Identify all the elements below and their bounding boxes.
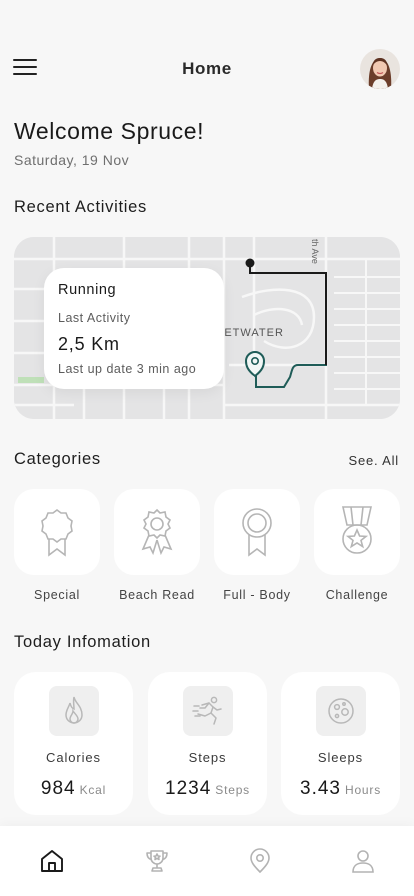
- running-person-icon: [183, 686, 233, 736]
- map-street-label: EETWATER: [216, 327, 284, 339]
- activity-subtitle: Last Activity: [58, 311, 131, 325]
- sleeps-number: 3.43: [300, 778, 341, 799]
- current-date: Saturday, 19 Nov: [14, 152, 130, 168]
- categories-title: Categories: [14, 450, 101, 468]
- category-special[interactable]: Special: [14, 489, 100, 602]
- sleeps-label: Sleeps: [317, 750, 364, 765]
- welcome-title: Welcome Spruce!: [14, 118, 205, 144]
- category-card: [214, 489, 300, 575]
- star-medal-icon: [342, 506, 372, 554]
- category-card: [314, 489, 400, 575]
- medal-ribbon-icon: [41, 509, 73, 557]
- badge-ribbon-icon: [141, 508, 173, 556]
- tab-trophy[interactable]: [142, 846, 172, 876]
- calories-unit: Kcal: [79, 783, 107, 797]
- tab-profile[interactable]: [348, 846, 378, 876]
- sleeps-card[interactable]: Sleeps 3.43 Hours: [281, 672, 400, 815]
- category-label: Beach Read: [119, 588, 195, 602]
- calories-label: Calories: [46, 750, 101, 765]
- recent-activity-card[interactable]: Running Last Activity 2,5 Km Last up dat…: [44, 268, 224, 389]
- activity-type: Running: [58, 282, 117, 298]
- recent-activities-title: Recent Activities: [14, 198, 147, 216]
- activity-distance: 2,5 Km: [58, 334, 120, 354]
- category-beach-read[interactable]: Beach Read: [114, 489, 200, 602]
- category-full-body[interactable]: Full - Body: [214, 489, 300, 602]
- steps-number: 1234: [165, 778, 212, 799]
- home-icon: [41, 850, 63, 872]
- avatar[interactable]: [360, 49, 400, 89]
- sleeps-value: 3.43 Hours: [281, 778, 400, 800]
- category-card: [114, 489, 200, 575]
- location-pin-icon: [250, 848, 270, 874]
- top-header: Home: [0, 46, 414, 90]
- category-label: Challenge: [325, 588, 389, 602]
- category-label: Full - Body: [223, 588, 291, 602]
- category-challenge[interactable]: Challenge: [314, 489, 400, 602]
- category-card: [14, 489, 100, 575]
- award-ribbon-icon: [242, 508, 272, 557]
- moon-icon: [316, 686, 366, 736]
- bottom-tab-bar: [0, 826, 414, 896]
- activity-updated-time: Last up date 3 min ago: [58, 362, 197, 376]
- flame-icon: [49, 686, 99, 736]
- profile-icon: [352, 850, 374, 873]
- calories-card[interactable]: Calories 984 Kcal: [14, 672, 133, 815]
- steps-card[interactable]: Steps 1234 Steps: [148, 672, 267, 815]
- see-all-link[interactable]: See. All: [349, 453, 399, 468]
- calories-value: 984 Kcal: [14, 778, 133, 800]
- sleeps-unit: Hours: [344, 783, 381, 797]
- category-label: Special: [34, 588, 80, 602]
- steps-label: Steps: [188, 750, 227, 765]
- steps-value: 1234 Steps: [148, 778, 267, 800]
- calories-number: 984: [40, 778, 76, 799]
- today-information-title: Today Infomation: [14, 633, 151, 651]
- map-avenue-label: th Ave: [310, 239, 320, 264]
- steps-unit: Steps: [215, 783, 250, 797]
- tab-home[interactable]: [37, 846, 67, 876]
- tab-location[interactable]: [245, 846, 275, 876]
- page-title: Home: [182, 59, 232, 78]
- trophy-icon: [146, 850, 168, 872]
